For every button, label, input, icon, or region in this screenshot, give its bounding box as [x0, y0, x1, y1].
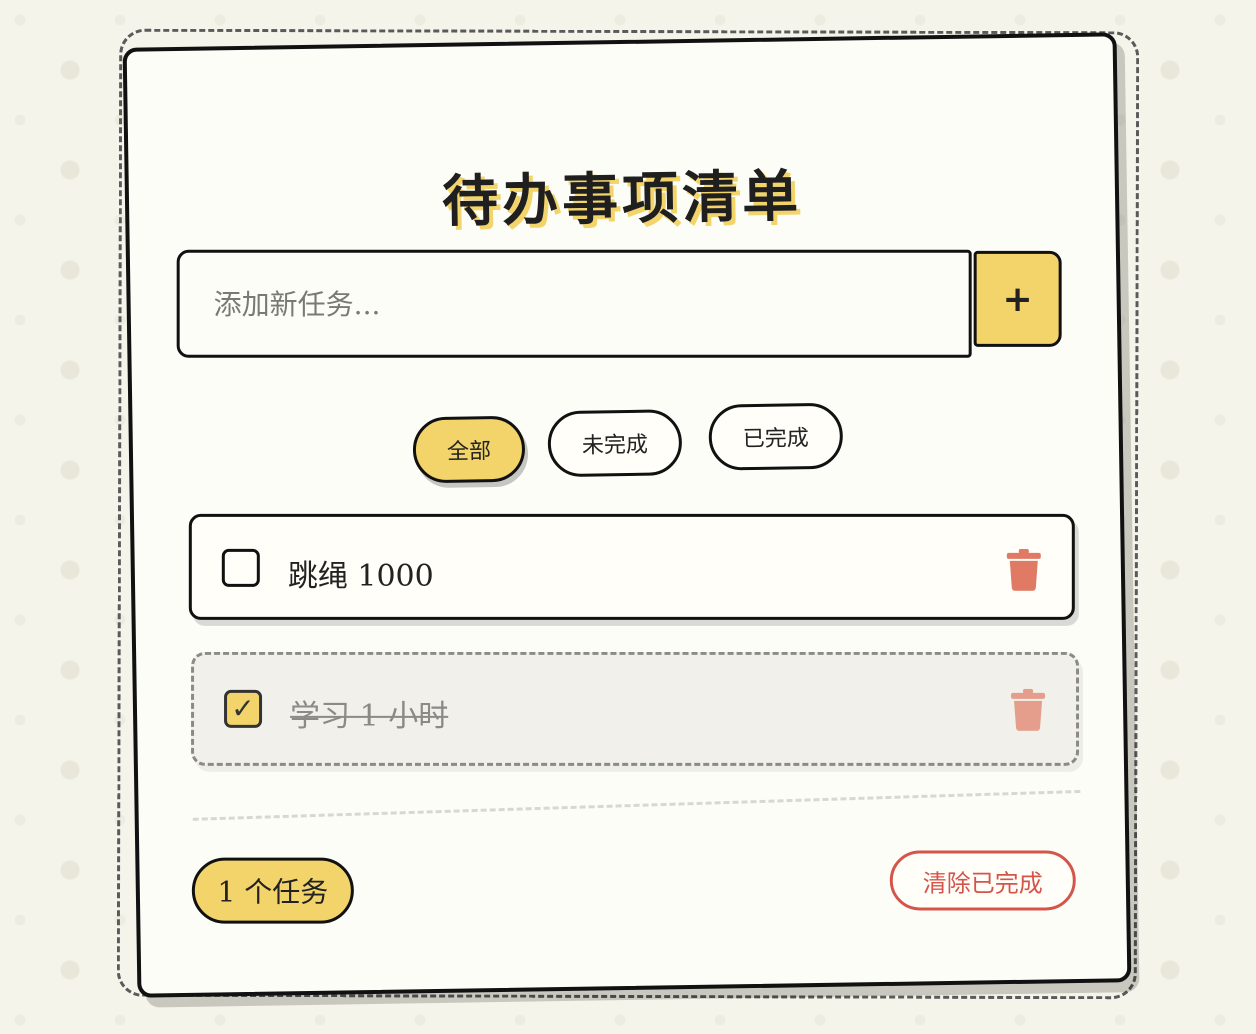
new-task-input[interactable] [176, 249, 972, 358]
trash-icon[interactable] [1006, 548, 1042, 591]
trash-icon[interactable] [1010, 688, 1046, 731]
filter-bar: 全部 未完成 已完成 [412, 402, 853, 489]
todo-card: 待办事项清单 + 全部 未完成 已完成 跳绳 1000 ✓ 学习 1 小时 1 … [122, 32, 1132, 998]
filter-all-button[interactable]: 全部 [412, 415, 526, 484]
task-checkbox[interactable] [221, 548, 260, 587]
filter-completed-button[interactable]: 已完成 [708, 402, 844, 471]
task-checkbox-checked[interactable]: ✓ [224, 689, 263, 728]
page-title: 待办事项清单 [441, 162, 803, 235]
add-task-button[interactable]: + [973, 250, 1062, 347]
footer-divider [192, 789, 1081, 821]
task-item: 跳绳 1000 [188, 513, 1075, 620]
task-count-badge: 1 个任务 [191, 857, 354, 924]
task-text: 跳绳 1000 [287, 558, 434, 594]
task-text: 学习 1 小时 [290, 698, 449, 734]
task-item-completed: ✓ 学习 1 小时 [191, 651, 1080, 766]
clear-completed-button[interactable]: 清除已完成 [889, 850, 1076, 911]
add-task-row: + [176, 242, 1068, 366]
filter-active-button[interactable]: 未完成 [547, 409, 683, 478]
